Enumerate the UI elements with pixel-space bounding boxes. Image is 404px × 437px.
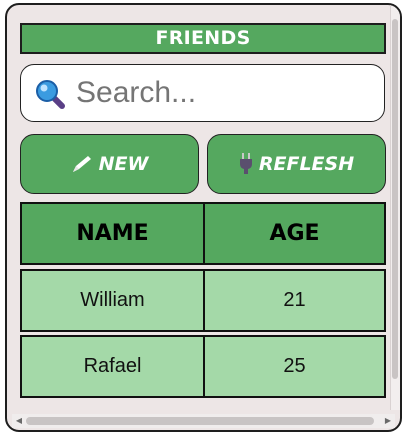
cell-name: Rafael [83, 355, 142, 377]
new-button-label: NEW [98, 153, 149, 175]
table-row[interactable]: Rafael 25 [20, 335, 386, 398]
column-header-age[interactable]: AGE [203, 204, 384, 263]
vertical-scrollbar[interactable] [390, 5, 400, 410]
horizontal-scrollbar-thumb[interactable] [26, 417, 374, 425]
cell-age: 21 [203, 271, 384, 330]
column-header-name[interactable]: NAME [22, 204, 203, 263]
friends-panel: FRIENDS NEW REFLESH [5, 3, 402, 432]
cell-name: William [80, 289, 145, 311]
scroll-right-arrow-icon[interactable]: ▶ [383, 416, 393, 426]
horizontal-scrollbar[interactable]: ◀ ▶ [12, 414, 395, 428]
search-icon [34, 78, 68, 112]
panel-title: FRIENDS [20, 23, 386, 54]
plug-icon [239, 152, 253, 176]
pencil-icon [71, 154, 93, 174]
refresh-button[interactable]: REFLESH [207, 134, 386, 194]
refresh-button-label: REFLESH [258, 153, 355, 175]
cell-age: 25 [203, 337, 384, 396]
table-header-row: NAME AGE [20, 202, 386, 265]
new-button[interactable]: NEW [20, 134, 199, 194]
scroll-left-arrow-icon[interactable]: ◀ [14, 416, 24, 426]
table-row[interactable]: William 21 [20, 269, 386, 332]
search-input[interactable] [76, 73, 366, 113]
friends-table: NAME AGE William 21 Rafael 25 [20, 202, 386, 401]
search-box[interactable] [20, 64, 385, 122]
vertical-scrollbar-thumb[interactable] [392, 19, 398, 379]
